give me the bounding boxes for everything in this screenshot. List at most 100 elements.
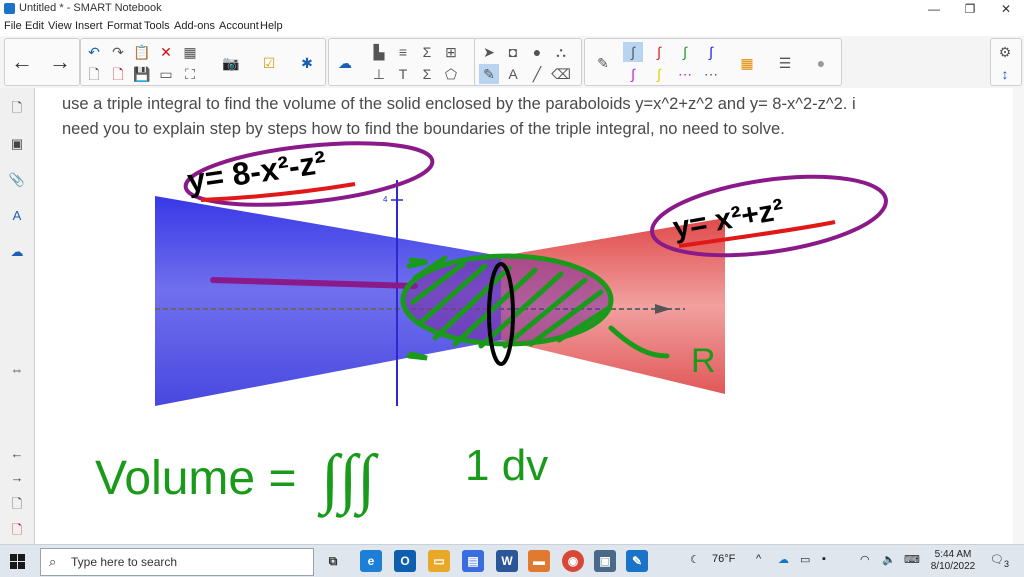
polygon-icon[interactable]: ⬠ bbox=[441, 64, 461, 84]
menu-file[interactable]: File bbox=[4, 20, 22, 32]
response-icon[interactable]: ☑ bbox=[259, 53, 279, 73]
volume-icon[interactable]: 🔈 bbox=[882, 553, 896, 566]
menu-insert[interactable]: Insert bbox=[75, 20, 103, 32]
annotation-layer: 4 y= 8-x²-z² y= x²+z² R Volume = ∫∫∫ 1 d… bbox=[95, 141, 888, 518]
pen-style-green-icon[interactable]: ∫ bbox=[675, 42, 695, 62]
shapes-icon[interactable]: ◘ bbox=[503, 42, 523, 62]
weather-icon[interactable]: ☾ bbox=[690, 553, 700, 566]
pen-style-magenta-icon[interactable]: ∫ bbox=[623, 64, 643, 84]
math-tools-icon[interactable]: Σ bbox=[417, 64, 437, 84]
next-page-icon[interactable]: → bbox=[47, 42, 73, 82]
title-bar: Untitled * - SMART Notebook — ❐ ✕ bbox=[0, 0, 1024, 18]
app-monitor-icon[interactable]: ▣ bbox=[594, 550, 616, 572]
undo-icon[interactable]: ↶ bbox=[84, 42, 104, 62]
previous-page-icon[interactable]: ← bbox=[9, 42, 35, 82]
add-ons-tab-icon[interactable]: ☁ bbox=[7, 242, 27, 262]
edge-browser-icon[interactable]: e bbox=[360, 550, 382, 572]
side-tabs: 🗋 ▣ 📎 A ☁ ⇔ ← → 🗋 🗋 bbox=[0, 88, 35, 544]
pen-icon[interactable]: ✎ bbox=[593, 53, 613, 73]
color-palette-icon[interactable]: ▦ bbox=[737, 53, 757, 73]
clock[interactable]: 5:44 AM 8/10/2022 bbox=[930, 549, 976, 573]
graph-icon[interactable]: ⊞ bbox=[441, 42, 461, 62]
sidebar-add-page-icon[interactable]: 🗋 bbox=[7, 494, 27, 514]
volume-label: Volume = bbox=[95, 452, 296, 505]
delete-page-icon[interactable]: 🗋 bbox=[108, 64, 128, 84]
onedrive-icon[interactable]: ☁ bbox=[778, 553, 789, 566]
minimize-button[interactable]: — bbox=[916, 0, 952, 18]
screen-shade-icon[interactable]: ▭ bbox=[156, 64, 176, 84]
tray-app-icon[interactable]: ▪ bbox=[822, 553, 826, 565]
whiteboard-canvas[interactable]: use a triple integral to find the volume… bbox=[35, 88, 1013, 544]
resize-sidebar-icon[interactable]: ⇔ bbox=[7, 360, 27, 380]
battery-icon[interactable]: ▭ bbox=[800, 553, 810, 566]
redo-icon[interactable]: ↷ bbox=[108, 42, 128, 62]
toolbar-position-icon[interactable]: ↕ bbox=[995, 64, 1015, 84]
distribute-icon[interactable]: ⊥ bbox=[369, 64, 389, 84]
close-button[interactable]: ✕ bbox=[988, 0, 1024, 18]
properties-icon[interactable]: A bbox=[7, 206, 27, 226]
math-sum-icon[interactable]: Σ bbox=[417, 42, 437, 62]
gallery-tab-icon[interactable]: ▣ bbox=[7, 134, 27, 154]
pen-tool-icon[interactable]: ✎ bbox=[479, 64, 499, 84]
chrome-icon[interactable]: ◉ bbox=[562, 550, 584, 572]
page-sorter-icon[interactable]: 🗋 bbox=[7, 98, 27, 118]
add-page-icon[interactable]: 🗋 bbox=[84, 64, 104, 84]
taskbar-search-box[interactable]: ⌕ Type here to search bbox=[40, 548, 314, 576]
sidebar-delete-page-icon[interactable]: 🗋 bbox=[7, 520, 27, 540]
align-icon[interactable]: ≡ bbox=[393, 42, 413, 62]
fullscreen-icon[interactable]: ⛶ bbox=[180, 64, 200, 84]
attachments-icon[interactable]: 📎 bbox=[7, 170, 27, 190]
weather-temperature[interactable]: 76°F bbox=[712, 553, 735, 565]
fill-icon[interactable]: ● bbox=[527, 42, 547, 62]
menu-tools[interactable]: Tools bbox=[144, 20, 170, 32]
text-tool-icon[interactable]: A bbox=[503, 64, 523, 84]
chart-icon[interactable]: ▙ bbox=[369, 42, 389, 62]
tray-chevron-icon[interactable]: ^ bbox=[756, 553, 761, 565]
menu-format[interactable]: Format bbox=[107, 20, 142, 32]
menu-view[interactable]: View bbox=[48, 20, 72, 32]
menu-account[interactable]: Account bbox=[219, 20, 259, 32]
gallery-icon[interactable]: ☁ bbox=[335, 53, 355, 73]
windows-start-icon[interactable] bbox=[10, 554, 26, 570]
store-icon[interactable]: ▤ bbox=[462, 550, 484, 572]
smart-notebook-task-icon[interactable]: ✎ bbox=[626, 550, 648, 572]
notifications-icon[interactable]: 🗨 bbox=[990, 553, 1004, 566]
word-icon[interactable]: W bbox=[496, 550, 518, 572]
menu-add-ons[interactable]: Add-ons bbox=[174, 20, 215, 32]
line-style-icon[interactable]: ☰ bbox=[775, 53, 795, 73]
menu-help[interactable]: Help bbox=[260, 20, 283, 32]
fill-effects-icon[interactable]: ● bbox=[811, 53, 831, 73]
pen-style-dashed-icon[interactable]: ⋯ bbox=[675, 64, 695, 84]
outlook-icon[interactable]: O bbox=[394, 550, 416, 572]
vertical-scrollbar[interactable] bbox=[1013, 88, 1024, 544]
gear-icon[interactable]: ⚙ bbox=[995, 42, 1015, 62]
menu-bar: File Edit View Insert Format Tools Add-o… bbox=[0, 18, 1024, 36]
sidebar-next-icon[interactable]: → bbox=[7, 468, 27, 488]
delete-icon[interactable]: ✕ bbox=[156, 42, 176, 62]
paint-bucket-icon[interactable]: ⛬ bbox=[551, 42, 571, 62]
keyboard-icon[interactable]: ⌨ bbox=[904, 553, 920, 566]
pen-style-blue-icon[interactable]: ∫ bbox=[701, 42, 721, 62]
measure-icon[interactable]: T bbox=[393, 64, 413, 84]
pen-style-black-icon[interactable]: ∫ bbox=[623, 42, 643, 62]
pen-style-dotted-icon[interactable]: ⋯ bbox=[701, 64, 721, 84]
task-view-icon[interactable]: ⧉ bbox=[322, 550, 344, 572]
pen-style-yellow-icon[interactable]: ∫ bbox=[649, 64, 669, 84]
triple-integral-sign: ∫∫∫ bbox=[317, 442, 379, 518]
app-orange-icon[interactable]: ▬ bbox=[528, 550, 550, 572]
document-camera-icon[interactable]: 📷 bbox=[221, 53, 241, 73]
menu-edit[interactable]: Edit bbox=[25, 20, 44, 32]
save-icon[interactable]: 💾 bbox=[132, 64, 152, 84]
restore-button[interactable]: ❐ bbox=[952, 0, 988, 18]
add-ons-icon[interactable]: ✱ bbox=[297, 53, 317, 73]
file-explorer-icon[interactable]: ▭ bbox=[428, 550, 450, 572]
pen-style-red-icon[interactable]: ∫ bbox=[649, 42, 669, 62]
select-arrow-icon[interactable]: ➤ bbox=[479, 42, 499, 62]
clock-date: 8/10/2022 bbox=[930, 561, 976, 572]
sidebar-prev-icon[interactable]: ← bbox=[7, 444, 27, 464]
paste-icon[interactable]: 📋 bbox=[132, 42, 152, 62]
table-icon[interactable]: ▦ bbox=[180, 42, 200, 62]
network-icon[interactable]: ◠ bbox=[860, 553, 870, 566]
line-tool-icon[interactable]: ╱ bbox=[527, 64, 547, 84]
eraser-icon[interactable]: ⌫ bbox=[551, 64, 571, 84]
